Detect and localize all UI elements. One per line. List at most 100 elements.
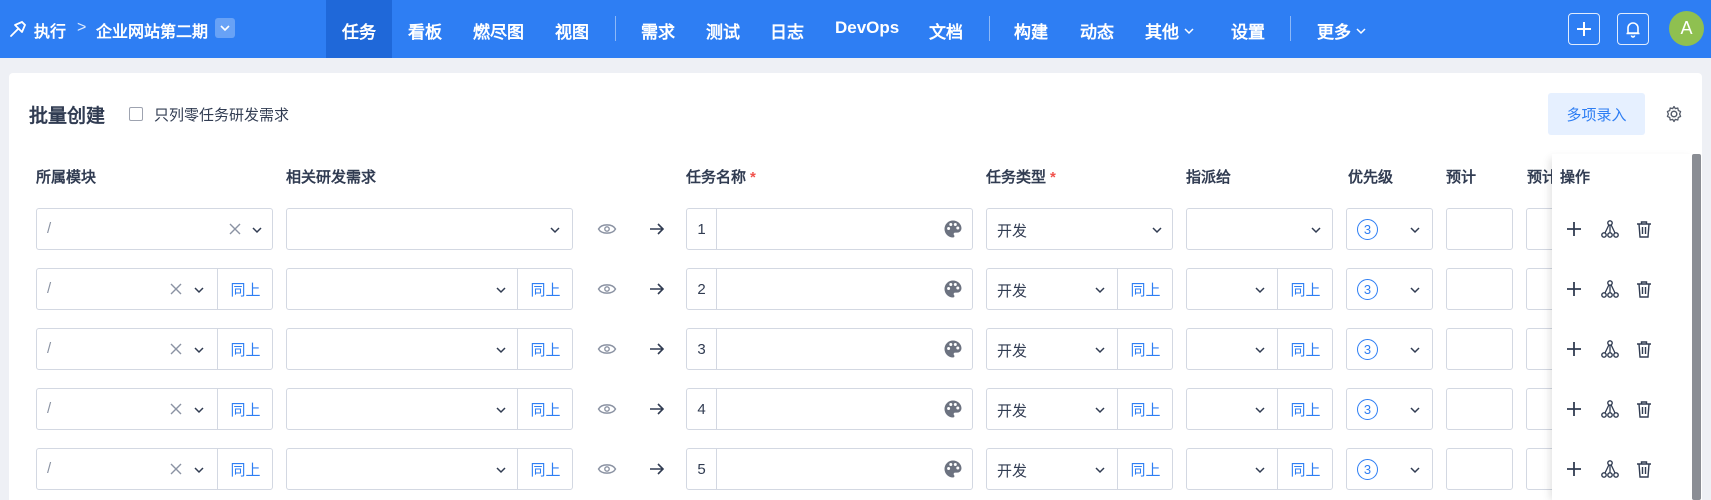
assignee-select[interactable]: 同上 xyxy=(1186,328,1333,370)
split-icon[interactable] xyxy=(1600,459,1620,479)
palette-icon[interactable] xyxy=(943,399,963,424)
plus-icon[interactable] xyxy=(1564,219,1584,239)
nav-tab-other[interactable]: 其他 xyxy=(1145,18,1195,43)
trash-icon[interactable] xyxy=(1634,459,1654,479)
arrow-right-icon[interactable] xyxy=(649,462,665,481)
nav-tab-test[interactable]: 测试 xyxy=(706,18,740,43)
palette-icon[interactable] xyxy=(943,459,963,484)
eye-icon[interactable] xyxy=(597,462,617,481)
plus-icon[interactable] xyxy=(1564,279,1584,299)
plus-icon[interactable] xyxy=(1564,459,1584,479)
nav-tab-settings[interactable]: 设置 xyxy=(1231,18,1265,43)
nav-tab-kanban[interactable]: 看板 xyxy=(408,18,442,43)
palette-icon[interactable] xyxy=(943,339,963,364)
nav-tab-task[interactable]: 任务 xyxy=(342,18,376,43)
same-as-above-button[interactable]: 同上 xyxy=(217,329,273,369)
trash-icon[interactable] xyxy=(1634,279,1654,299)
task-name-input[interactable]: 4 xyxy=(686,388,973,430)
user-avatar[interactable]: A xyxy=(1669,11,1704,46)
same-as-above-button[interactable]: 同上 xyxy=(517,449,573,489)
priority-select[interactable]: 3 xyxy=(1346,328,1433,370)
clear-icon[interactable] xyxy=(169,342,183,361)
assignee-select[interactable]: 同上 xyxy=(1186,448,1333,490)
story-select[interactable]: 同上 xyxy=(286,268,573,310)
same-as-above-button[interactable]: 同上 xyxy=(1277,269,1333,309)
task-name-input[interactable]: 3 xyxy=(686,328,973,370)
estimate-input[interactable] xyxy=(1446,208,1513,250)
module-select[interactable]: / 同上 xyxy=(36,328,273,370)
arrow-right-icon[interactable] xyxy=(649,282,665,301)
eye-icon[interactable] xyxy=(597,282,617,301)
project-switch-dropdown[interactable] xyxy=(215,18,235,38)
split-icon[interactable] xyxy=(1600,279,1620,299)
arrow-right-icon[interactable] xyxy=(649,402,665,421)
eye-icon[interactable] xyxy=(597,402,617,421)
story-select[interactable]: 同上 xyxy=(286,388,573,430)
nav-tab-story[interactable]: 需求 xyxy=(641,18,675,43)
same-as-above-button[interactable]: 同上 xyxy=(1277,449,1333,489)
assignee-select[interactable]: 同上 xyxy=(1186,268,1333,310)
only-zero-task-checkbox[interactable] xyxy=(129,107,143,121)
breadcrumb-project[interactable]: 企业网站第二期 xyxy=(96,18,208,42)
nav-tab-log[interactable]: 日志 xyxy=(770,18,804,43)
module-select[interactable]: / 同上 xyxy=(36,268,273,310)
estimate-input[interactable] xyxy=(1446,388,1513,430)
priority-select[interactable]: 3 xyxy=(1346,268,1433,310)
same-as-above-button[interactable]: 同上 xyxy=(1277,389,1333,429)
trash-icon[interactable] xyxy=(1634,219,1654,239)
same-as-above-button[interactable]: 同上 xyxy=(1117,329,1173,369)
nav-tab-view[interactable]: 视图 xyxy=(555,18,589,43)
same-as-above-button[interactable]: 同上 xyxy=(517,329,573,369)
plus-icon[interactable] xyxy=(1564,339,1584,359)
nav-tab-more[interactable]: 更多 xyxy=(1317,18,1367,43)
vertical-scrollbar[interactable] xyxy=(1692,154,1701,500)
nav-tab-devops[interactable]: DevOps xyxy=(835,18,899,38)
same-as-above-button[interactable]: 同上 xyxy=(217,389,273,429)
story-select[interactable]: 同上 xyxy=(286,328,573,370)
priority-select[interactable]: 3 xyxy=(1346,448,1433,490)
estimate-input[interactable] xyxy=(1446,268,1513,310)
arrow-right-icon[interactable] xyxy=(649,342,665,361)
nav-tab-burndown[interactable]: 燃尽图 xyxy=(473,18,524,43)
eye-icon[interactable] xyxy=(597,222,617,241)
clear-icon[interactable] xyxy=(169,402,183,421)
story-select[interactable] xyxy=(286,208,573,250)
estimate-input[interactable] xyxy=(1446,328,1513,370)
module-select[interactable]: / 同上 xyxy=(36,448,273,490)
same-as-above-button[interactable]: 同上 xyxy=(517,269,573,309)
multi-entry-button[interactable]: 多项录入 xyxy=(1548,93,1645,135)
plus-icon[interactable] xyxy=(1564,399,1584,419)
module-select[interactable]: / xyxy=(36,208,273,250)
task-name-input[interactable]: 1 xyxy=(686,208,973,250)
task-type-select[interactable]: 开发 同上 xyxy=(986,268,1173,310)
task-type-select[interactable]: 开发 同上 xyxy=(986,448,1173,490)
priority-select[interactable]: 3 xyxy=(1346,388,1433,430)
trash-icon[interactable] xyxy=(1634,399,1654,419)
task-name-input[interactable]: 2 xyxy=(686,268,973,310)
same-as-above-button[interactable]: 同上 xyxy=(1117,449,1173,489)
quick-create-button[interactable] xyxy=(1568,13,1600,45)
assignee-select[interactable]: 同上 xyxy=(1186,388,1333,430)
assignee-select[interactable] xyxy=(1186,208,1333,250)
module-select[interactable]: / 同上 xyxy=(36,388,273,430)
palette-icon[interactable] xyxy=(943,219,963,244)
task-type-select[interactable]: 开发 xyxy=(986,208,1173,250)
only-zero-task-label[interactable]: 只列零任务研发需求 xyxy=(154,104,289,125)
palette-icon[interactable] xyxy=(943,279,963,304)
story-select[interactable]: 同上 xyxy=(286,448,573,490)
notification-button[interactable] xyxy=(1617,13,1649,45)
split-icon[interactable] xyxy=(1600,219,1620,239)
clear-icon[interactable] xyxy=(169,282,183,301)
arrow-right-icon[interactable] xyxy=(649,222,665,241)
task-name-input[interactable]: 5 xyxy=(686,448,973,490)
task-type-select[interactable]: 开发 同上 xyxy=(986,388,1173,430)
nav-tab-doc[interactable]: 文档 xyxy=(929,18,963,43)
nav-tab-dynamic[interactable]: 动态 xyxy=(1080,18,1114,43)
task-type-select[interactable]: 开发 同上 xyxy=(986,328,1173,370)
same-as-above-button[interactable]: 同上 xyxy=(217,449,273,489)
estimate-input[interactable] xyxy=(1446,448,1513,490)
nav-tab-build[interactable]: 构建 xyxy=(1014,18,1048,43)
split-icon[interactable] xyxy=(1600,399,1620,419)
eye-icon[interactable] xyxy=(597,342,617,361)
trash-icon[interactable] xyxy=(1634,339,1654,359)
